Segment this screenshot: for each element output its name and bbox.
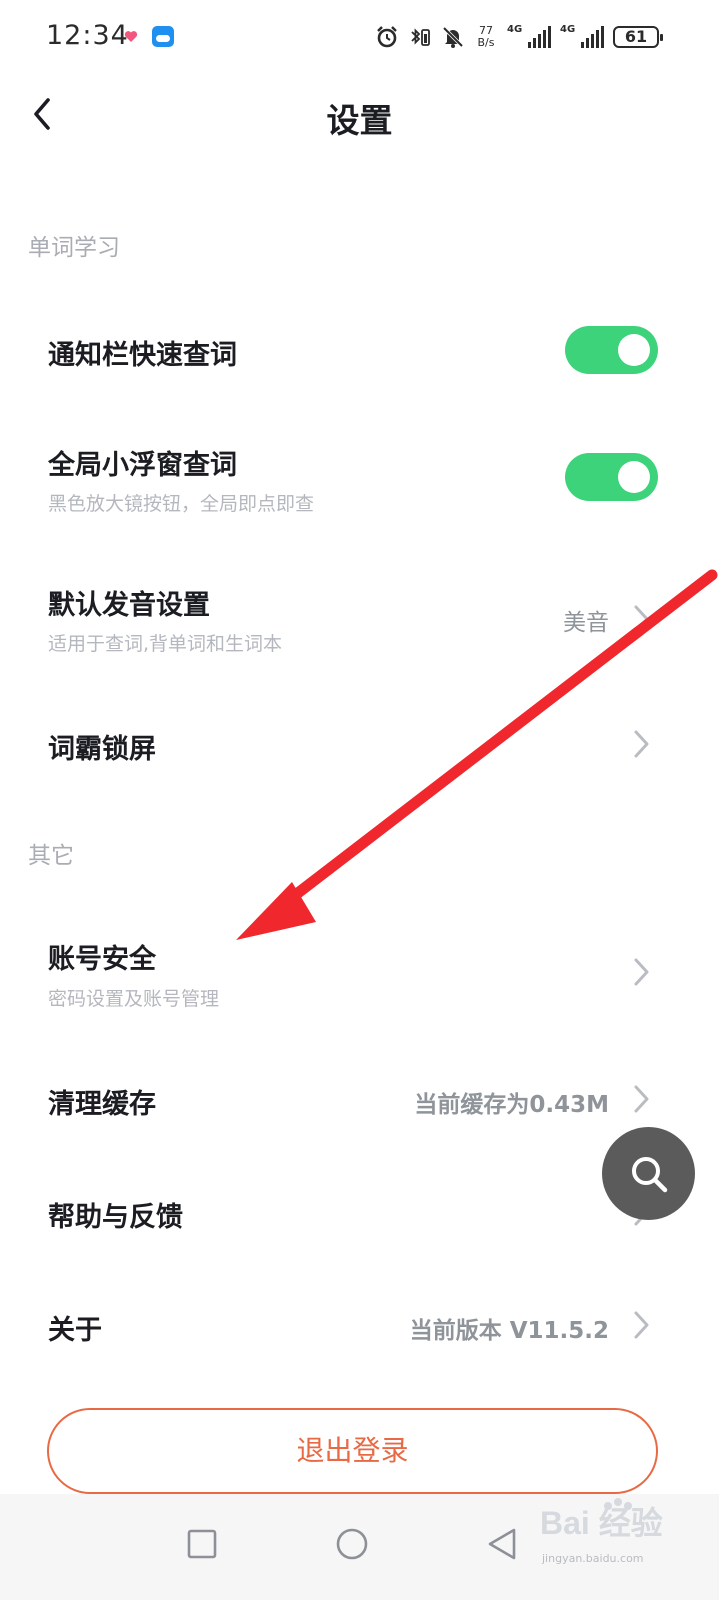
page-title: 设置: [326, 101, 393, 140]
row-title: 默认发音设置: [48, 590, 210, 621]
row-title: 通知栏快速查词: [48, 340, 237, 371]
circle-icon: [336, 1528, 368, 1560]
row-value: 美音: [563, 610, 609, 636]
toggle-knob: [618, 334, 650, 366]
toggle-knob: [618, 461, 650, 493]
row-title: 全局小浮窗查词: [48, 450, 237, 481]
floating-search-button[interactable]: [602, 1127, 695, 1220]
signal-icon: 4G: [507, 24, 551, 50]
setting-row-default-pronunciation[interactable]: 默认发音设置 适用于查词,背单词和生词本 美音: [0, 560, 719, 675]
row-title: 关于: [48, 1315, 102, 1346]
setting-row-account-security[interactable]: 账号安全 密码设置及账号管理: [0, 915, 719, 1030]
row-value: 当前缓存为0.43M: [414, 1092, 609, 1118]
row-subtitle: 黑色放大镜按钮，全局即点即查: [48, 493, 315, 515]
mute-bell-icon: [442, 26, 464, 48]
chevron-right-icon: [634, 605, 649, 633]
setting-row-clear-cache[interactable]: 清理缓存 当前缓存为0.43M: [0, 1055, 719, 1145]
network-speed: 77 B/s: [474, 25, 498, 49]
notification-lookup-toggle[interactable]: [565, 326, 658, 374]
status-icons: 77 B/s 4G 4G 61: [375, 22, 663, 52]
chevron-right-icon: [634, 730, 649, 758]
back-nav-button[interactable]: [472, 1514, 532, 1574]
row-subtitle: 适用于查词,背单词和生词本: [48, 633, 283, 655]
setting-row-about[interactable]: 关于 当前版本 V11.5.2: [0, 1281, 719, 1371]
bluetooth-battery-icon: [411, 28, 430, 46]
status-time: 12:34: [46, 20, 129, 51]
row-title: 词霸锁屏: [48, 734, 156, 765]
row-subtitle: 密码设置及账号管理: [48, 988, 220, 1010]
setting-row-lock-screen[interactable]: 词霸锁屏: [0, 700, 719, 790]
row-title: 清理缓存: [48, 1089, 156, 1120]
signal-label: 4G: [507, 24, 523, 35]
row-title: 账号安全: [48, 944, 156, 975]
header: 设置: [0, 76, 719, 156]
signal-icon: 4G: [560, 24, 604, 50]
network-speed-unit: B/s: [477, 36, 495, 49]
float-window-lookup-toggle[interactable]: [565, 453, 658, 501]
baidu-watermark: Bai 经验: [540, 1498, 663, 1541]
row-title: 帮助与反馈: [48, 1202, 183, 1233]
status-bar: 12:34 77 B/s 4G 4G 61: [0, 0, 719, 76]
setting-row-float-window-lookup: 全局小浮窗查词 黑色放大镜按钮，全局即点即查: [0, 420, 719, 535]
home-button[interactable]: [322, 1514, 382, 1574]
search-icon: [632, 1157, 668, 1193]
section-title-other: 其它: [28, 843, 74, 869]
logout-button[interactable]: 退出登录: [47, 1408, 658, 1494]
row-value: 当前版本 V11.5.2: [409, 1318, 609, 1344]
heart-icon: [124, 31, 138, 42]
battery-icon: 61: [613, 26, 663, 48]
watermark-url: jingyan.baidu.com: [542, 1552, 644, 1565]
section-title-word-learning: 单词学习: [28, 235, 120, 261]
weather-icon: [152, 26, 174, 47]
chevron-right-icon: [634, 1085, 649, 1113]
triangle-back-icon: [488, 1528, 516, 1560]
chevron-right-icon: [634, 1311, 649, 1339]
setting-row-notification-lookup: 通知栏快速查词: [0, 300, 719, 400]
signal-label: 4G: [560, 24, 576, 35]
recent-apps-button[interactable]: [172, 1514, 232, 1574]
chevron-right-icon: [634, 958, 649, 986]
square-icon: [187, 1529, 217, 1559]
watermark-text: Bai 经验: [540, 1505, 663, 1541]
alarm-icon: [377, 26, 397, 48]
